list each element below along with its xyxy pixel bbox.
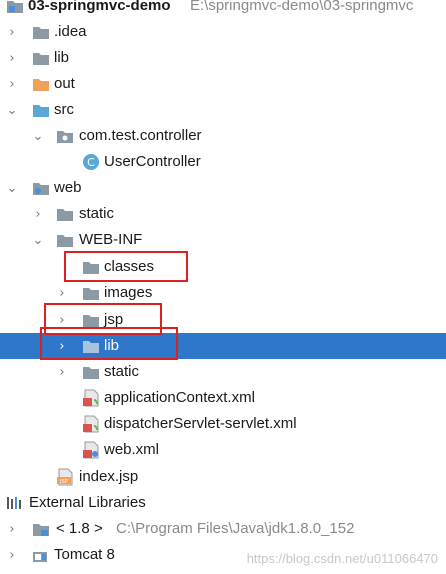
- jsp-file-icon: JSP: [56, 468, 74, 486]
- chevron-right-icon[interactable]: ›: [6, 45, 18, 71]
- tomcat-icon: [32, 546, 50, 564]
- output-folder-icon: [32, 75, 50, 93]
- tree-row-web[interactable]: ⌄ web: [0, 175, 446, 201]
- tree-row-jdk[interactable]: › < 1.8 > C:\Program Files\Java\jdk1.8.0…: [0, 516, 446, 542]
- project-folder-icon: [6, 0, 24, 15]
- tree-label-lib-selected: lib: [104, 337, 120, 354]
- project-path: E:\springmvc-demo\03-springmvc: [190, 0, 414, 14]
- tree-row-package[interactable]: ⌄ com.test.controller: [0, 123, 446, 149]
- chevron-right-icon[interactable]: ›: [6, 542, 18, 568]
- folder-icon: [82, 284, 100, 302]
- tree-row-static-2[interactable]: › static: [0, 359, 446, 385]
- folder-icon: [82, 337, 100, 355]
- tree-label-dispatcher: dispatcher­Servlet-servlet.xml: [104, 415, 297, 432]
- library-icon: [6, 494, 24, 512]
- tree-row-src[interactable]: ⌄ src: [0, 97, 446, 123]
- tree-label-webinf: WEB-INF: [79, 231, 143, 248]
- tree-row-out[interactable]: › out: [0, 71, 446, 97]
- tree-row-external-libraries[interactable]: External Libraries: [0, 490, 446, 516]
- svg-text:C: C: [87, 156, 95, 169]
- tree-row-lib[interactable]: › lib: [0, 45, 446, 71]
- chevron-right-icon[interactable]: ›: [6, 71, 18, 97]
- chevron-right-icon[interactable]: ›: [32, 201, 44, 227]
- tree-row-idea[interactable]: › .idea: [0, 19, 446, 45]
- chevron-right-icon[interactable]: ›: [6, 516, 18, 542]
- tree-row-jsp[interactable]: › jsp: [0, 307, 446, 333]
- folder-icon: [56, 231, 74, 249]
- chevron-right-icon[interactable]: ›: [56, 280, 68, 306]
- chevron-down-icon[interactable]: ⌄: [6, 97, 18, 123]
- folder-icon: [32, 49, 50, 67]
- tree-label-classes: classes: [104, 258, 155, 275]
- tree-label-tomcat: Tomcat 8: [54, 546, 115, 563]
- tree-label-usercontroller: UserController: [104, 153, 201, 170]
- tree-label-static-2: static: [104, 363, 140, 380]
- tree-label-static: static: [79, 205, 115, 222]
- tree-label-web: web: [54, 179, 82, 196]
- java-class-icon: C: [82, 153, 100, 171]
- tree-row-project[interactable]: 03-springmvc-demo E:\springmvc-demo\03-s…: [0, 0, 446, 19]
- folder-icon: [82, 311, 100, 329]
- tree-label-lib: lib: [54, 49, 70, 66]
- tree-label-webxml: web.xml: [104, 441, 160, 458]
- svg-text:JSP: JSP: [59, 479, 68, 485]
- tree-label-indexjsp: index.jsp: [79, 468, 139, 485]
- tree-label-jdk: < 1.8 >: [56, 520, 103, 537]
- spring-xml-icon: [82, 415, 100, 433]
- web-xml-icon: [82, 441, 100, 459]
- project-name: 03-springmvc-demo: [28, 0, 171, 14]
- source-folder-icon: [32, 101, 50, 119]
- tree-label-src: src: [54, 101, 74, 118]
- package-icon: [56, 127, 74, 145]
- web-folder-icon: [32, 179, 50, 197]
- spring-xml-icon: [82, 389, 100, 407]
- tree-row-classes[interactable]: classes: [0, 254, 446, 280]
- chevron-down-icon[interactable]: ⌄: [32, 123, 44, 149]
- folder-icon: [82, 258, 100, 276]
- chevron-right-icon[interactable]: ›: [56, 307, 68, 333]
- tree-row-webxml[interactable]: web.xml: [0, 437, 446, 463]
- tree-label-package: com.test.controller: [79, 127, 202, 144]
- chevron-right-icon[interactable]: ›: [6, 19, 18, 45]
- watermark-text: https://blog.csdn.net/u011066470: [246, 551, 438, 566]
- folder-icon: [82, 363, 100, 381]
- jdk-icon: [32, 520, 50, 538]
- tree-row-usercontroller[interactable]: C UserController: [0, 149, 446, 175]
- tree-row-images[interactable]: › images: [0, 280, 446, 306]
- tree-row-appcontext[interactable]: applicationContext.xml: [0, 385, 446, 411]
- chevron-down-icon[interactable]: ⌄: [6, 175, 18, 201]
- tree-row-indexjsp[interactable]: JSP index.jsp: [0, 464, 446, 490]
- tree-row-webinf[interactable]: ⌄ WEB-INF: [0, 227, 446, 253]
- tree-row-static[interactable]: › static: [0, 201, 446, 227]
- chevron-down-icon[interactable]: ⌄: [32, 227, 44, 253]
- chevron-right-icon[interactable]: ›: [56, 333, 68, 359]
- tree-row-lib-selected[interactable]: › lib: [0, 333, 446, 359]
- tree-label-out: out: [54, 75, 75, 92]
- tree-label-appcontext: applicationContext.xml: [104, 389, 255, 406]
- folder-icon: [56, 205, 74, 223]
- tree-label-external-libraries: External Libraries: [29, 494, 146, 511]
- chevron-right-icon[interactable]: ›: [56, 359, 68, 385]
- tree-label-idea: .idea: [54, 23, 87, 40]
- tree-row-dispatcher[interactable]: dispatcher­Servlet-servlet.xml: [0, 411, 446, 437]
- tree-label-images: images: [104, 284, 153, 301]
- tree-label-jsp: jsp: [104, 311, 124, 328]
- folder-icon: [32, 23, 50, 41]
- project-tree: 03-springmvc-demo E:\springmvc-demo\03-s…: [0, 0, 446, 574]
- tree-label-jdk-path: C:\Program Files\Java\jdk1.8.0_152: [116, 520, 355, 537]
